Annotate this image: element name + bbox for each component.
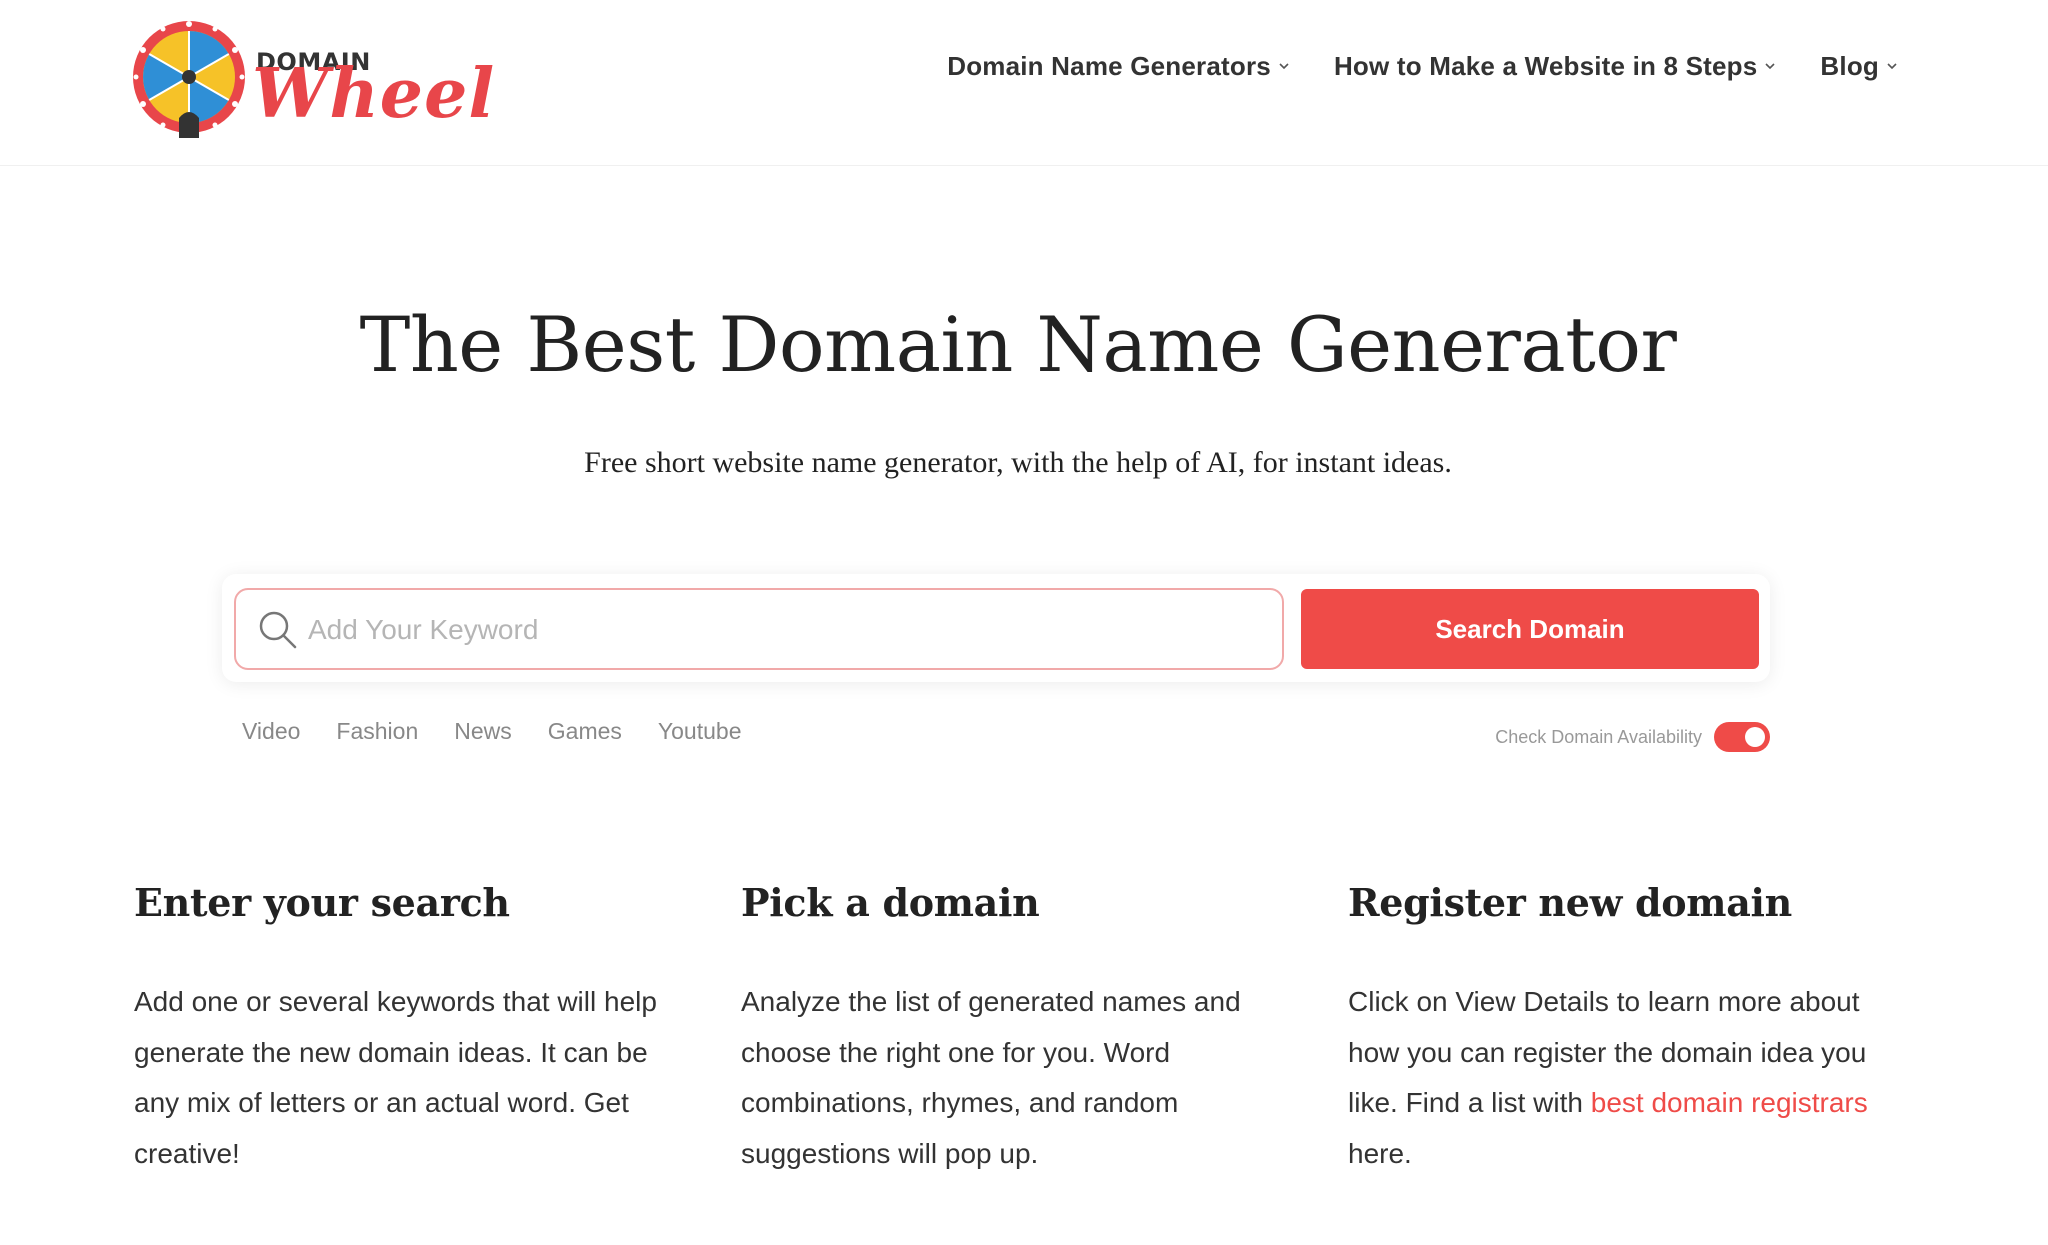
keyword-input[interactable]	[308, 602, 1268, 658]
step-title: Register new domain	[1348, 880, 1792, 925]
logo-link[interactable]: DOMAIN Wheel	[132, 20, 494, 138]
wheel-logo-icon	[133, 21, 245, 138]
step-text: Add one or several keywords that will he…	[134, 977, 694, 1179]
nav-item-label: Domain Name Generators	[947, 50, 1271, 81]
tag-news[interactable]: News	[454, 718, 512, 745]
step-title: Pick a domain	[741, 880, 1040, 925]
logo-wheel-text: Wheel	[252, 54, 496, 134]
suggested-tags: Video Fashion News Games Youtube	[242, 718, 741, 745]
search-card: Search Domain	[222, 574, 1770, 682]
main-nav: Domain Name Generators How to Make a Web…	[947, 46, 1898, 86]
page-title: The Best Domain Name Generator	[359, 300, 1677, 389]
chevron-down-icon	[1279, 63, 1289, 70]
nav-item-domain-name-generators[interactable]: Domain Name Generators	[947, 51, 1290, 82]
step-register-domain: Register new domain Click on View Detail…	[1348, 880, 1908, 1179]
step-title: Enter your search	[134, 880, 510, 925]
search-domain-button[interactable]: Search Domain	[1301, 589, 1759, 669]
step-text-body: Analyze the list of generated names and …	[741, 986, 1241, 1169]
tag-video[interactable]: Video	[242, 718, 300, 745]
tag-fashion[interactable]: Fashion	[336, 718, 418, 745]
toggle-knob	[1745, 727, 1765, 747]
tag-youtube[interactable]: Youtube	[658, 718, 742, 745]
nav-item-blog[interactable]: Blog	[1820, 51, 1898, 82]
step-text-tail: here.	[1348, 1137, 1412, 1169]
step-pick-domain: Pick a domain Analyze the list of genera…	[741, 880, 1301, 1179]
nav-item-label: Blog	[1820, 50, 1879, 81]
nav-item-label: How to Make a Website in 8 Steps	[1333, 50, 1758, 81]
step-text-body: Add one or several keywords that will he…	[134, 986, 657, 1169]
chevron-down-icon	[1765, 63, 1775, 70]
availability-control: Check Domain Availability	[1495, 722, 1770, 752]
availability-label: Check Domain Availability	[1495, 726, 1702, 747]
site-header: DOMAIN Wheel Domain Name Generators How …	[0, 0, 2048, 166]
step-enter-search: Enter your search Add one or several key…	[134, 880, 694, 1179]
step-text: Analyze the list of generated names and …	[741, 977, 1301, 1179]
availability-toggle[interactable]	[1714, 722, 1770, 752]
chevron-down-icon	[1887, 63, 1897, 70]
best-registrars-link[interactable]: best domain registrars	[1591, 1087, 1868, 1118]
search-box	[234, 588, 1284, 670]
tag-games[interactable]: Games	[548, 718, 622, 745]
search-icon	[259, 611, 297, 649]
page-subtitle: Free short website name generator, with …	[584, 446, 1452, 479]
nav-item-make-website[interactable]: How to Make a Website in 8 Steps	[1334, 51, 1776, 82]
step-text: Click on View Details to learn more abou…	[1348, 977, 1918, 1179]
